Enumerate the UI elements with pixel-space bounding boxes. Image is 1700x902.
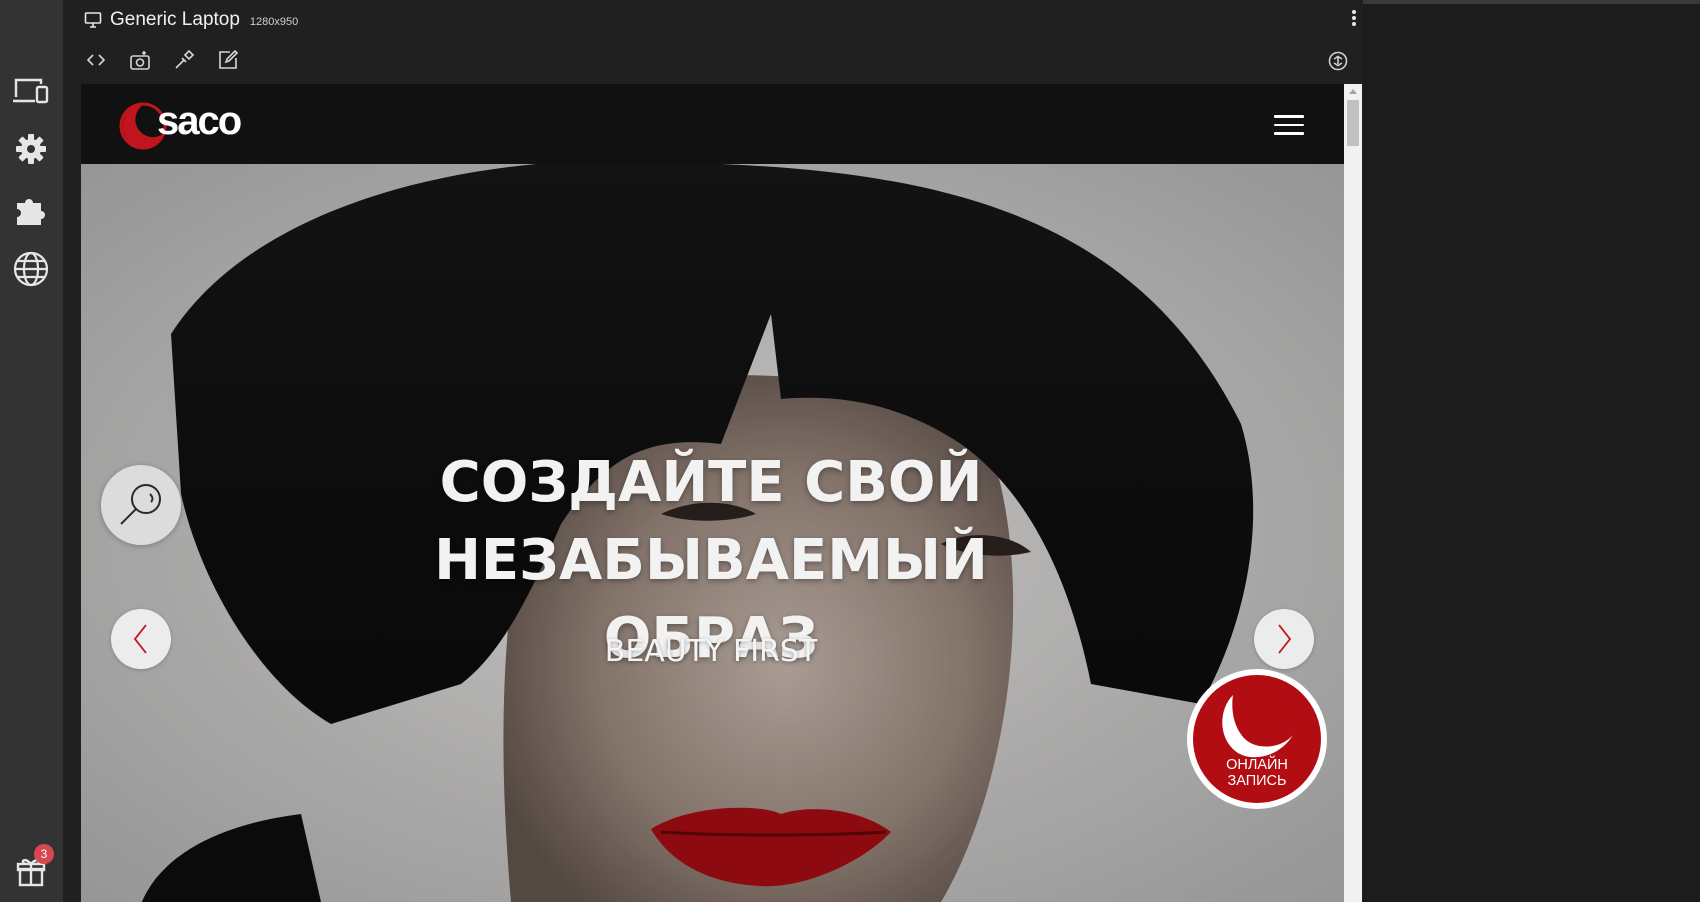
saco-logo[interactable]: saco [119, 94, 261, 150]
viewport-scrollbar[interactable] [1344, 84, 1362, 902]
scroll-thumb[interactable] [1347, 100, 1359, 146]
slider-prev-button[interactable] [111, 609, 171, 669]
notification-badge: 3 [34, 844, 54, 864]
more-menu-icon[interactable] [1349, 8, 1359, 28]
chevron-left-icon [133, 624, 147, 654]
extensions-puzzle-icon[interactable] [10, 188, 52, 230]
device-header: Generic Laptop 1280x950 [84, 6, 298, 34]
logo-text: saco [157, 99, 241, 143]
rotate-icon[interactable] [1327, 50, 1349, 72]
devices-icon[interactable] [10, 70, 52, 112]
online-booking-line-1: ОНЛАЙН [1226, 757, 1288, 773]
site-header: saco [81, 84, 1344, 164]
online-booking-text: ОНЛАЙН ЗАПИСЬ [1193, 757, 1321, 789]
hero-title-line-1: СОЗДАЙТЕ СВОЙ НЕЗАБЫВАЕМЫЙ [434, 450, 988, 593]
screenshot-icon[interactable] [128, 48, 152, 72]
left-rail: 3 [0, 0, 63, 902]
monitor-icon [84, 12, 102, 28]
online-booking-button[interactable]: ОНЛАЙН ЗАПИСЬ [1187, 669, 1327, 809]
chevron-right-icon [1278, 624, 1292, 654]
search-button[interactable] [101, 465, 181, 545]
hero-slider: СОЗДАЙТЕ СВОЙ НЕЗАБЫВАЕМЫЙ ОБРАЗ BEAUTY … [81, 164, 1344, 902]
device-size: 1280x950 [249, 16, 299, 28]
code-icon[interactable] [84, 48, 108, 72]
edit-icon[interactable] [216, 48, 240, 72]
device-toolbar [84, 48, 240, 76]
globe-icon[interactable] [10, 248, 52, 290]
slider-next-button[interactable] [1254, 609, 1314, 669]
online-booking-badge: ОНЛАЙН ЗАПИСЬ [1193, 675, 1321, 803]
settings-gear-icon[interactable] [10, 128, 52, 170]
online-booking-line-2: ЗАПИСЬ [1227, 773, 1287, 789]
inspect-icon[interactable] [172, 48, 196, 72]
devtools-app: 3 Generic Laptop 1280x950 saco СОЗДАЙТЕ … [0, 0, 1700, 902]
hero-subtitle: BEAUTY FIRST [604, 634, 818, 669]
search-icon [120, 484, 161, 525]
gift-icon[interactable]: 3 [10, 844, 54, 892]
scroll-up-arrow-icon[interactable] [1349, 89, 1357, 94]
hamburger-menu-icon[interactable] [1274, 115, 1304, 135]
emulated-viewport[interactable]: saco СОЗДАЙТЕ СВОЙ НЕЗАБЫВАЕМЫЙ ОБРАЗ BE… [81, 84, 1362, 902]
device-name: Generic Laptop [110, 9, 240, 30]
